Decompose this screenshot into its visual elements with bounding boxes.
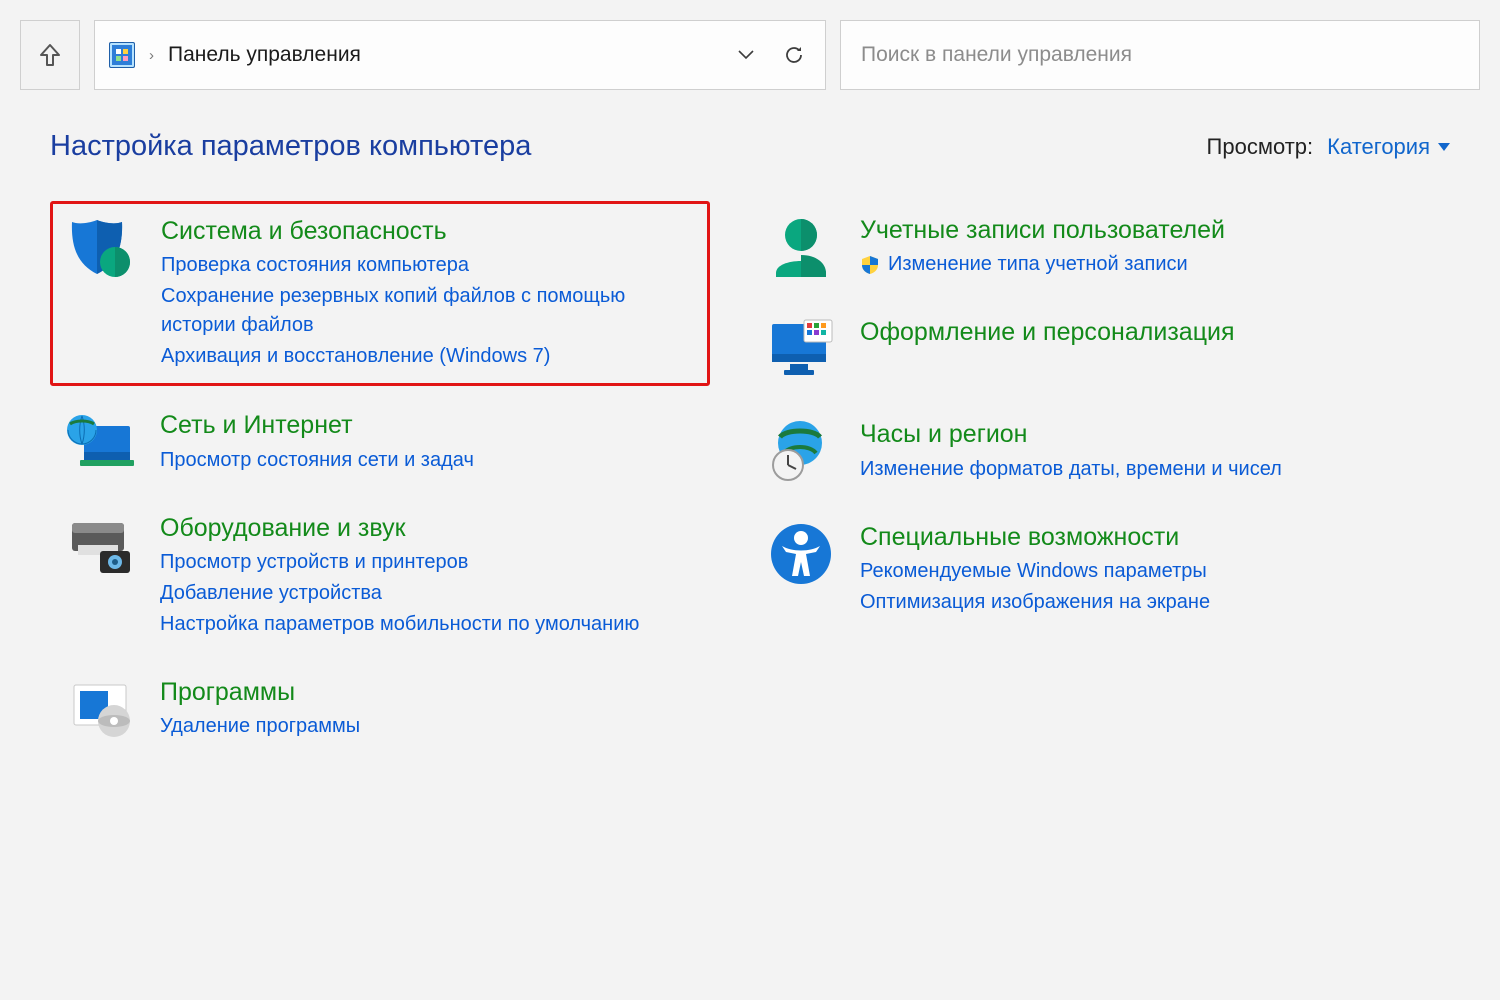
breadcrumb-separator: › [149, 47, 154, 64]
page-title: Настройка параметров компьютера [50, 130, 531, 163]
category-title[interactable]: Программы [160, 677, 696, 708]
category-appearance[interactable]: Оформление и персонализация [750, 303, 1450, 395]
category-title[interactable]: Учетные записи пользователей [860, 215, 1436, 246]
globe-clock-icon [764, 419, 838, 483]
link-add-device[interactable]: Добавление устройства [160, 579, 696, 608]
control-panel-icon [109, 42, 135, 68]
link-text: Изменение типа учетной записи [888, 250, 1188, 279]
category-title[interactable]: Часы и регион [860, 419, 1436, 450]
link-change-account-type[interactable]: Изменение типа учетной записи [860, 250, 1436, 279]
link-change-date-formats[interactable]: Изменение форматов даты, времени и чисел [860, 455, 1436, 484]
link-recommended-windows-settings[interactable]: Рекомендуемые Windows параметры [860, 557, 1436, 586]
dropdown-triangle-icon [1438, 143, 1450, 151]
accessibility-icon [764, 522, 838, 586]
link-uninstall-program[interactable]: Удаление программы [160, 712, 696, 741]
top-toolbar: › Панель управления [0, 0, 1500, 90]
globe-monitor-icon [64, 410, 138, 474]
category-clock-region[interactable]: Часы и регион Изменение форматов даты, в… [750, 405, 1450, 497]
link-backup-restore-win7[interactable]: Архивация и восстановление (Windows 7) [161, 342, 695, 371]
header-row: Настройка параметров компьютера Просмотр… [50, 130, 1450, 163]
link-optimize-display[interactable]: Оптимизация изображения на экране [860, 588, 1436, 617]
category-network-internet[interactable]: Сеть и Интернет Просмотр состояния сети … [50, 396, 710, 488]
category-system-security[interactable]: Система и безопасность Проверка состояни… [50, 201, 710, 386]
link-network-status[interactable]: Просмотр состояния сети и задач [160, 446, 696, 475]
search-box[interactable] [840, 20, 1480, 90]
category-ease-of-access[interactable]: Специальные возможности Рекомендуемые Wi… [750, 508, 1450, 631]
address-history-button[interactable] [729, 38, 763, 72]
refresh-icon [783, 44, 805, 66]
refresh-button[interactable] [777, 38, 811, 72]
content-area: Настройка параметров компьютера Просмотр… [0, 90, 1500, 765]
view-selector[interactable]: Просмотр: Категория [1207, 134, 1450, 160]
breadcrumb-location[interactable]: Панель управления [168, 43, 361, 67]
address-bar[interactable]: › Панель управления [94, 20, 826, 90]
category-title[interactable]: Специальные возможности [860, 522, 1436, 553]
shield-icon [65, 216, 139, 280]
arrow-up-icon [39, 43, 61, 67]
user-icon [764, 215, 838, 279]
categories-grid: Система и безопасность Проверка состояни… [50, 201, 1450, 765]
category-title[interactable]: Сеть и Интернет [160, 410, 696, 441]
monitor-palette-icon [764, 317, 838, 381]
left-column: Система и безопасность Проверка состояни… [50, 201, 710, 765]
link-check-computer-status[interactable]: Проверка состояния компьютера [161, 251, 695, 280]
chevron-down-icon [738, 50, 754, 60]
category-hardware-sound[interactable]: Оборудование и звук Просмотр устройств и… [50, 499, 710, 653]
search-input[interactable] [859, 42, 1461, 68]
up-button[interactable] [20, 20, 80, 90]
category-title[interactable]: Система и безопасность [161, 216, 695, 247]
view-label: Просмотр: [1207, 134, 1314, 160]
link-mobility-defaults[interactable]: Настройка параметров мобильности по умол… [160, 610, 696, 639]
view-value[interactable]: Категория [1327, 134, 1450, 160]
right-column: Учетные записи пользователей Изменение т… [750, 201, 1450, 765]
uac-shield-icon [860, 255, 880, 275]
category-user-accounts[interactable]: Учетные записи пользователей Изменение т… [750, 201, 1450, 293]
category-title[interactable]: Оформление и персонализация [860, 317, 1436, 348]
link-file-history-backup[interactable]: Сохранение резервных копий файлов с помо… [161, 282, 695, 340]
printer-camera-icon [64, 513, 138, 577]
category-programs[interactable]: Программы Удаление программы [50, 663, 710, 755]
view-value-text: Категория [1327, 134, 1430, 160]
link-view-devices-printers[interactable]: Просмотр устройств и принтеров [160, 548, 696, 577]
programs-icon [64, 677, 138, 741]
category-title[interactable]: Оборудование и звук [160, 513, 696, 544]
